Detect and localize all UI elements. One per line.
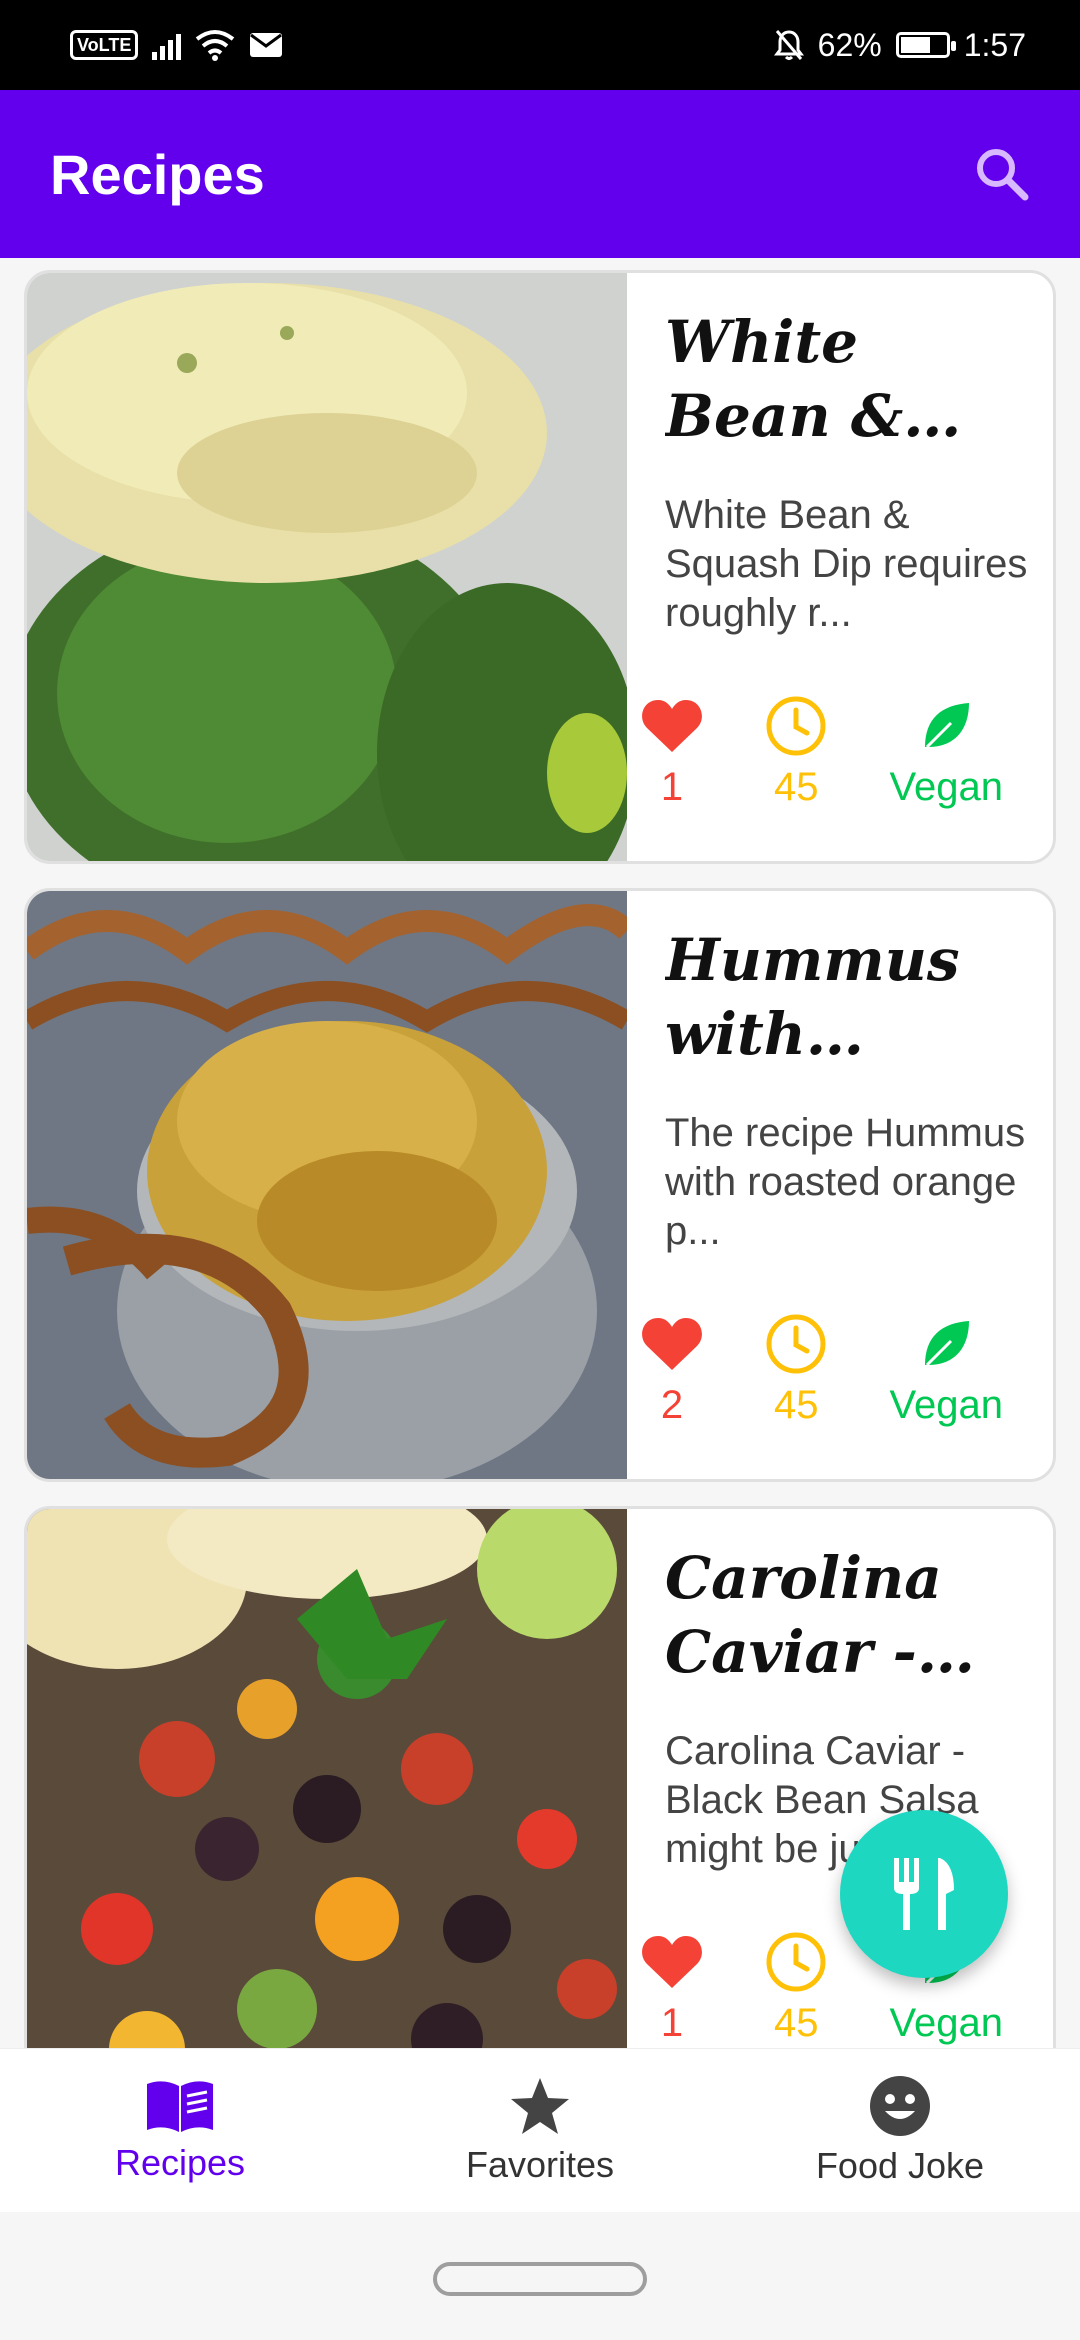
minutes-value: 45 — [774, 2001, 819, 2045]
mail-icon — [250, 33, 283, 57]
likes-count: 2 — [660, 1383, 684, 1427]
likes-stat: 2 — [641, 1311, 703, 1428]
bottom-navigation: Recipes Favorites Food Joke — [0, 2048, 1080, 2212]
heart-icon — [642, 1936, 702, 1988]
recipe-photo — [27, 891, 627, 1479]
clock-icon — [766, 1932, 826, 1992]
cutlery-icon — [894, 1858, 954, 1930]
battery-percent: 62% — [817, 26, 882, 63]
diet-label: Vegan — [889, 765, 1003, 809]
search-icon — [977, 149, 1029, 201]
recipe-title: White Bean & Squash Dip — [665, 308, 904, 450]
signal-icon — [152, 30, 182, 60]
recipe-image — [27, 891, 627, 1479]
likes-count: 1 — [660, 765, 684, 809]
search-button[interactable] — [962, 134, 1042, 214]
page-title: Recipes — [50, 142, 265, 206]
diet-label: Vegan — [889, 2001, 1003, 2045]
book-icon — [147, 2080, 213, 2132]
nav-item-recipes[interactable]: Recipes — [0, 2049, 360, 2212]
recipe-card-body: Carolina Caviar - Bl... Carolina Caviar … — [627, 1509, 1053, 2048]
heart-icon — [642, 1318, 702, 1370]
likes-count: 1 — [660, 2001, 684, 2045]
recipe-card-body: Hummus with roaste... The recipe Hummus … — [627, 891, 1053, 1479]
recipe-image — [27, 273, 627, 861]
volte-badge: VoLTE — [70, 30, 139, 60]
time-stat: 45 — [765, 1929, 827, 2046]
nav-label: Favorites — [465, 2143, 615, 2185]
nav-label: Food Joke — [815, 2144, 985, 2186]
star-icon — [511, 2077, 569, 2134]
recipe-card-body: White Bean & Squash Dip White Bean & Squ… — [627, 273, 1053, 861]
app-bar: Recipes — [0, 90, 1080, 258]
home-indicator[interactable] — [433, 2262, 647, 2296]
food-fab-button[interactable] — [840, 1810, 1008, 1978]
recipe-photo — [27, 273, 627, 861]
recipe-card[interactable]: Hummus with roaste... The recipe Hummus … — [24, 888, 1056, 1482]
recipe-list[interactable]: White Bean & Squash Dip White Bean & Squ… — [0, 258, 1080, 2048]
battery-icon — [895, 32, 956, 58]
status-right: 62% 1:57 — [773, 26, 1026, 64]
wifi-icon — [196, 30, 235, 61]
leaf-icon — [925, 703, 970, 749]
heart-icon — [642, 700, 702, 752]
likes-stat: 1 — [641, 1929, 703, 2046]
recipe-title: Hummus with roaste... — [665, 926, 960, 1068]
nav-item-favorites[interactable]: Favorites — [360, 2049, 720, 2212]
clock-icon — [766, 1314, 826, 1374]
recipe-photo — [27, 1509, 627, 2048]
clock: 1:57 — [963, 26, 1026, 63]
vegan-stat: Vegan — [890, 1311, 1003, 1428]
recipe-card[interactable]: White Bean & Squash Dip White Bean & Squ… — [24, 270, 1056, 864]
vegan-stat: Vegan — [890, 693, 1003, 810]
leaf-icon — [925, 1321, 970, 1367]
recipe-title: Carolina Caviar - Bl... — [665, 1544, 942, 1686]
recipe-stats: 1 45 Vegan — [641, 693, 1043, 810]
minutes-value: 45 — [774, 1383, 819, 1427]
diet-label: Vegan — [889, 1383, 1003, 1427]
status-left: VoLTE — [70, 29, 283, 61]
status-bar: VoLTE 62% 1:57 — [0, 0, 1080, 90]
recipe-stats: 2 45 Vegan — [641, 1311, 1043, 1428]
minutes-value: 45 — [774, 765, 819, 809]
nav-label: Recipes — [114, 2141, 246, 2183]
recipe-description: White Bean & Squash Dip requires roughly… — [665, 493, 1028, 635]
likes-stat: 1 — [641, 693, 703, 810]
nav-item-food-joke[interactable]: Food Joke — [720, 2049, 1080, 2212]
smiley-icon — [870, 2075, 930, 2136]
time-stat: 45 — [765, 693, 827, 810]
bell-off-icon — [773, 30, 804, 60]
time-stat: 45 — [765, 1311, 827, 1428]
recipe-image — [27, 1509, 627, 2048]
recipe-description: The recipe Hummus with roasted orange p.… — [665, 1111, 1026, 1253]
clock-icon — [766, 696, 826, 756]
screen: VoLTE 62% 1:57 Recipes White Bean & Whit… — [0, 0, 1080, 2340]
